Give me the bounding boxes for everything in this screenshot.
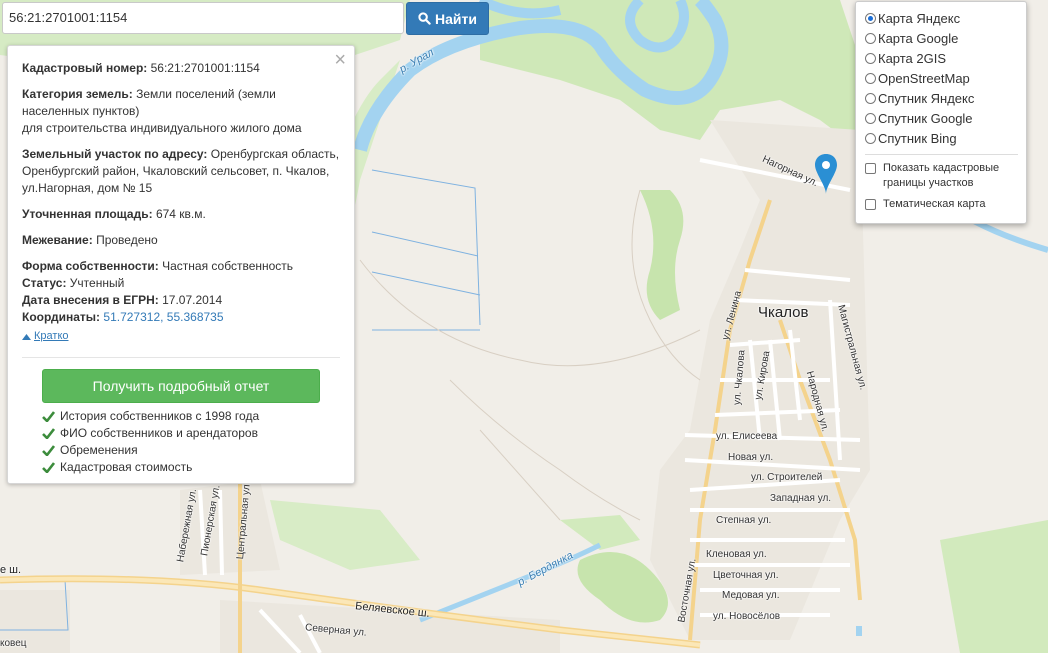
coords-label: Координаты: [22,310,101,324]
layer-option-yandex-sat[interactable]: Спутник Яндекс [865,88,1018,108]
search-button-label: Найти [435,10,477,27]
survey-value: Проведено [96,233,158,247]
feature-item: Кадастровая стоимость [42,459,340,476]
radio-button[interactable] [865,12,876,24]
cadastral-row: Кадастровый номер: 56:21:2701001:1154 [22,60,340,77]
street-label: ул. Елисеева [716,431,778,442]
feature-list: История собственников с 1998 года ФИО со… [42,408,340,476]
checkbox[interactable] [865,163,876,174]
layer-option-label: Карта Google [878,30,959,46]
area-label: Уточненная площадь: [22,207,153,221]
divider [22,357,340,358]
street-label: Кленовая ул. [706,549,767,560]
radio-button[interactable] [865,32,876,44]
divider [865,154,1018,155]
radio-button[interactable] [865,112,876,124]
egrn-value: 17.07.2014 [162,293,223,307]
checkmark-icon [42,411,55,422]
coords-row: Координаты: 51.727312, 55.368735 [22,309,340,326]
ownership-label: Форма собственности: [22,259,159,273]
area-row: Уточненная площадь: 674 кв.м. [22,206,340,223]
survey-label: Межевание: [22,233,93,247]
layer-option-osm[interactable]: OpenStreetMap [865,68,1018,88]
radio-button[interactable] [865,72,876,84]
feature-label: Кадастровая стоимость [60,460,193,474]
triangle-up-icon [22,333,31,340]
status-row: Статус: Учтенный [22,275,340,292]
cadastral-label: Кадастровый номер: [22,61,148,75]
search-button[interactable]: Найти [406,2,489,35]
feature-item: История собственников с 1998 года [42,408,340,425]
feature-label: ФИО собственников и арендаторов [60,426,258,440]
category-label: Категория земель: [22,87,133,101]
checkbox[interactable] [865,199,876,210]
thematic-map-toggle[interactable]: Тематическая карта [865,197,1018,212]
layer-option-label: Спутник Яндекс [878,90,975,106]
ownership-row: Форма собственности: Частная собственнос… [22,258,340,275]
category-use: для строительства индивидуального жилого… [22,121,302,135]
get-report-button[interactable]: Получить подробный отчет [42,369,320,403]
cadastral-borders-toggle[interactable]: Показать кадастровые границы участков [865,161,1018,191]
layer-option-bing-sat[interactable]: Спутник Bing [865,128,1018,148]
area-value: 674 кв.м. [155,207,206,221]
place-label-bottom-left: ковец [0,638,27,649]
feature-item: ФИО собственников и арендаторов [42,425,340,442]
coords-link[interactable]: 51.727312, 55.368735 [103,310,223,324]
collapse-label: Кратко [34,330,69,342]
egrn-label: Дата внесения в ЕГРН: [22,293,159,307]
collapse-link[interactable]: Кратко [22,328,340,345]
search-icon [418,12,431,25]
cadastral-value: 56:21:2701001:1154 [150,61,260,75]
search-input[interactable]: 56:21:2701001:1154 [2,2,404,34]
street-label: ул. Новосёлов [713,611,781,622]
radio-button[interactable] [865,92,876,104]
layer-option-google-sat[interactable]: Спутник Google [865,108,1018,128]
map-layer-panel: Карта Яндекс Карта Google Карта 2GIS Ope… [855,1,1027,224]
checkmark-icon [42,428,55,439]
feature-label: История собственников с 1998 года [60,409,260,423]
close-icon[interactable]: × [334,50,346,70]
street-label: Западная ул. [770,493,832,504]
street-label: Новая ул. [728,452,774,463]
layer-option-label: Карта Яндекс [878,10,961,26]
category-row: Категория земель: Земли поселений (земли… [22,86,340,137]
survey-row: Межевание: Проведено [22,232,340,249]
ownership-value: Частная собственность [162,259,294,273]
checkbox-label: Показать кадастровые границы участков [883,162,1000,189]
layer-option-label: OpenStreetMap [878,70,970,86]
layer-option-label: Спутник Bing [878,130,957,146]
feature-item: Обременения [42,442,340,459]
egrn-row: Дата внесения в ЕГРН: 17.07.2014 [22,292,340,309]
street-label: Медовая ул. [722,590,780,601]
radio-button[interactable] [865,132,876,144]
status-value: Учтенный [69,276,125,290]
street-label: Цветочная ул. [713,570,779,581]
address-row: Земельный участок по адресу: Оренбургска… [22,146,340,197]
layer-option-label: Карта 2GIS [878,50,947,66]
town-label: Чкалов [758,304,809,321]
layer-option-2gis-map[interactable]: Карта 2GIS [865,48,1018,68]
highway-label-left: е ш. [0,564,22,576]
checkmark-icon [42,462,55,473]
street-label: Степная ул. [716,515,772,526]
parcel-info-panel: × Кадастровый номер: 56:21:2701001:1154 … [7,45,355,484]
status-label: Статус: [22,276,67,290]
layer-option-yandex-map[interactable]: Карта Яндекс [865,8,1018,28]
street-label: ул. Строителей [751,472,823,483]
radio-button[interactable] [865,52,876,64]
layer-option-google-map[interactable]: Карта Google [865,28,1018,48]
checkbox-label: Тематическая карта [883,198,986,210]
location-marker-icon[interactable] [813,152,839,196]
address-label: Земельный участок по адресу: [22,147,208,161]
feature-label: Обременения [60,443,138,457]
checkmark-icon [42,445,55,456]
layer-option-label: Спутник Google [878,110,973,126]
